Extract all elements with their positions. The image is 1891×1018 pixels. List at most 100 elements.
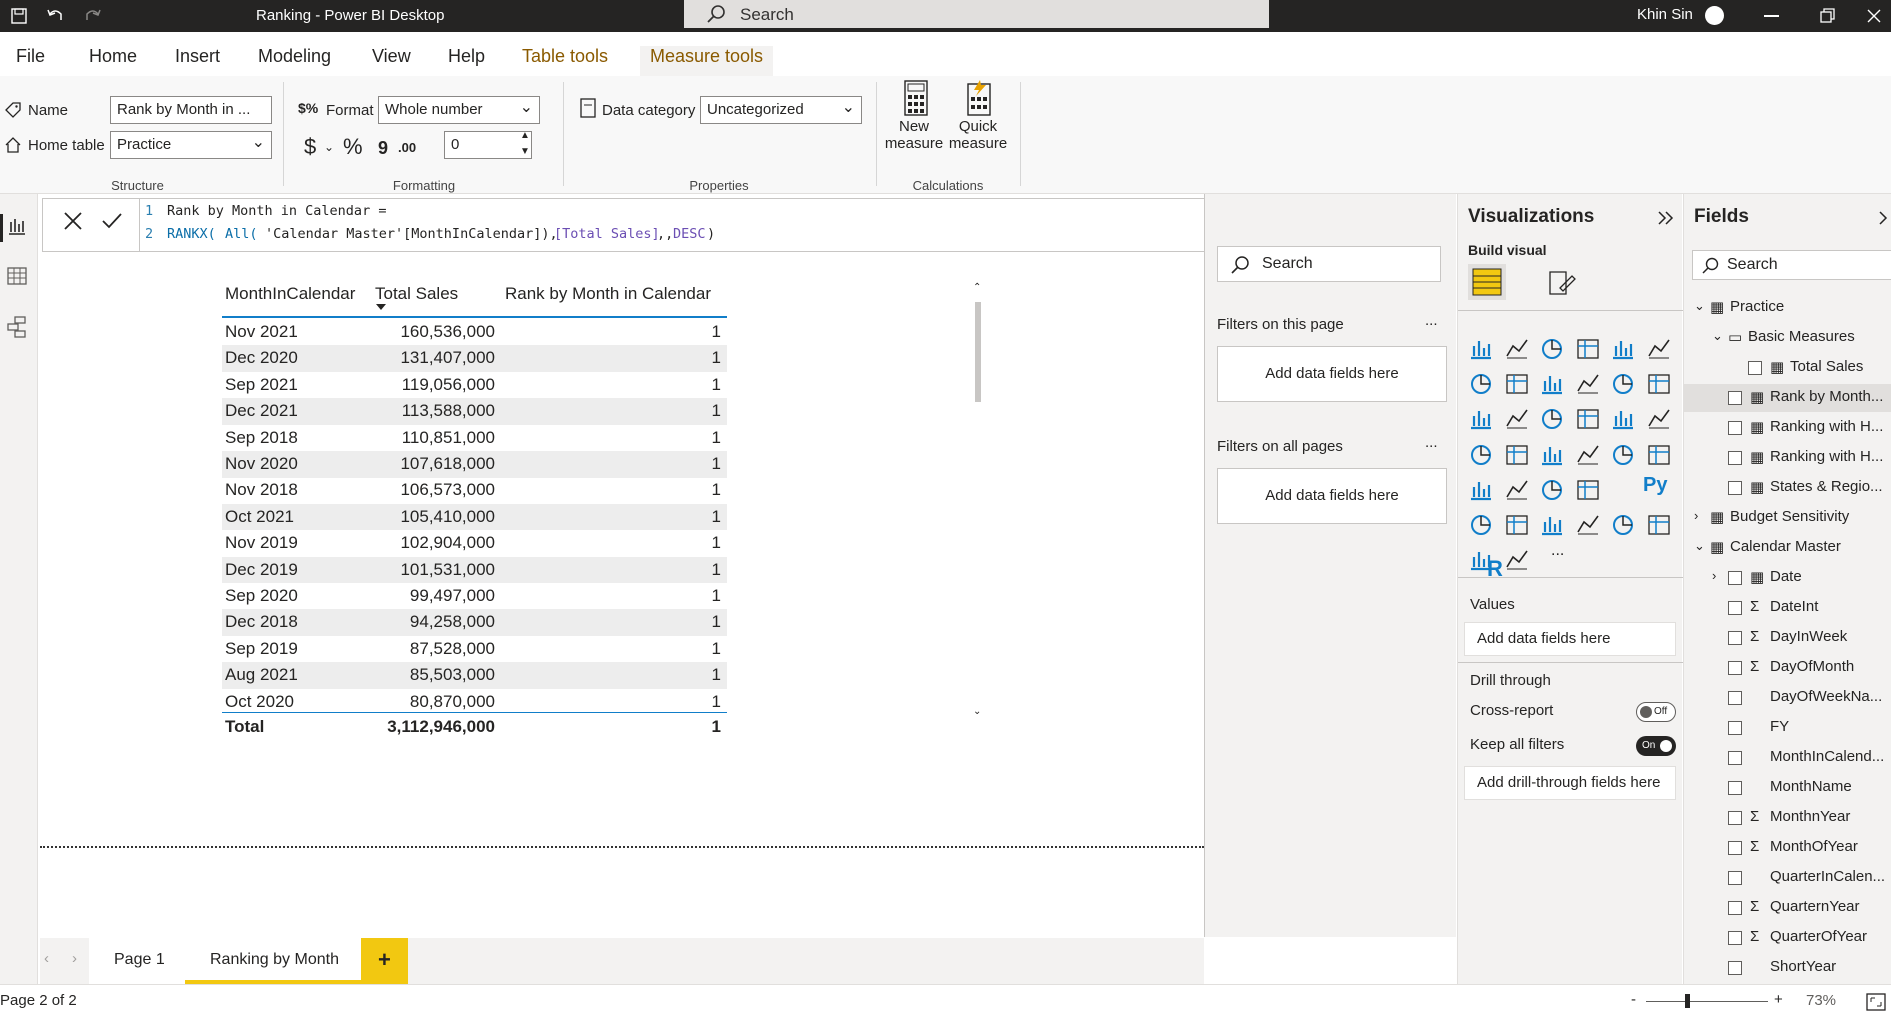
values-drop-zone[interactable]: Add data fields here: [1464, 622, 1676, 656]
tab-insert[interactable]: Insert: [175, 46, 220, 76]
tab-measure-tools[interactable]: Measure tools: [640, 46, 774, 76]
user-name[interactable]: Khin Sin: [1637, 6, 1693, 23]
new-measure-button[interactable]: New measure: [884, 80, 944, 172]
zoom-slider-thumb[interactable]: [1685, 994, 1690, 1008]
tab-home[interactable]: Home: [89, 46, 137, 76]
waterfall-chart-icon[interactable]: [1468, 406, 1494, 432]
100-column-chart-icon[interactable]: [1646, 336, 1672, 362]
scroll-down-icon[interactable]: ⌄: [973, 706, 981, 717]
chevron-down-icon[interactable]: ⌄: [1694, 538, 1705, 554]
table-row[interactable]: Dec 2021 113,588,000 1: [222, 398, 727, 425]
more-options-icon[interactable]: ...: [1425, 434, 1438, 451]
card-icon[interactable]: [1610, 442, 1636, 468]
field-item[interactable]: Σ MonthnYear: [1684, 804, 1891, 832]
field-item[interactable]: MonthName: [1684, 774, 1891, 802]
avatar[interactable]: [1705, 6, 1724, 25]
model-view-icon[interactable]: [7, 316, 27, 338]
field-checkbox[interactable]: [1728, 811, 1742, 825]
field-checkbox[interactable]: [1728, 661, 1742, 675]
field-item[interactable]: ⌄ ▦ Practice: [1684, 294, 1891, 322]
table-row[interactable]: Dec 2018 94,258,000 1: [222, 609, 727, 636]
field-checkbox[interactable]: [1728, 721, 1742, 735]
build-visual-tab[interactable]: [1468, 264, 1506, 300]
stacked-bar-chart-icon[interactable]: [1468, 336, 1494, 362]
name-input[interactable]: Rank by Month in ...: [110, 96, 272, 124]
keep-all-filters-toggle[interactable]: On: [1636, 736, 1676, 756]
ribbon-chart-icon[interactable]: [1646, 371, 1672, 397]
collapse-fields-icon[interactable]: [1878, 210, 1891, 226]
field-item[interactable]: Σ DayOfMonth: [1684, 654, 1891, 682]
page-tab-ranking-by-month[interactable]: Ranking by Month: [185, 938, 364, 984]
scroll-up-icon[interactable]: ⌃: [973, 282, 981, 293]
filled-map-icon[interactable]: [1504, 442, 1530, 468]
commit-formula-icon[interactable]: [101, 211, 123, 231]
tab-table-tools[interactable]: Table tools: [512, 46, 618, 76]
next-page-icon[interactable]: ›: [72, 950, 77, 967]
multi-row-card-icon[interactable]: [1646, 442, 1672, 468]
table-row[interactable]: Nov 2018 106,573,000 1: [222, 477, 727, 504]
data-category-select[interactable]: Uncategorized: [700, 96, 862, 124]
field-item[interactable]: ▦ Ranking with H...: [1684, 414, 1891, 442]
stacked-area-chart-icon[interactable]: [1539, 371, 1565, 397]
close-icon[interactable]: [1866, 8, 1882, 24]
spin-down-icon[interactable]: ▼: [520, 146, 530, 157]
decimal-button[interactable]: .00: [398, 140, 416, 155]
field-item[interactable]: ▦ Ranking with H...: [1684, 444, 1891, 472]
chevron-down-icon[interactable]: ⌄: [1694, 298, 1705, 314]
redo-icon[interactable]: [84, 6, 102, 24]
more-options-icon[interactable]: ...: [1425, 312, 1438, 329]
format-visual-icon[interactable]: [1546, 268, 1576, 298]
field-checkbox[interactable]: [1728, 901, 1742, 915]
line-column-chart-icon[interactable]: [1575, 371, 1601, 397]
data-view-icon[interactable]: [7, 266, 27, 286]
table-row[interactable]: Dec 2020 131,407,000 1: [222, 345, 727, 372]
save-icon[interactable]: [10, 7, 28, 25]
quick-measure-button[interactable]: Quick measure: [948, 80, 1008, 172]
field-item[interactable]: Σ DayInWeek: [1684, 624, 1891, 652]
matrix-icon[interactable]: [1575, 477, 1601, 503]
field-checkbox[interactable]: [1728, 751, 1742, 765]
column-header-month[interactable]: MonthInCalendar: [225, 284, 355, 304]
percent-button[interactable]: %: [343, 134, 363, 160]
azure-map-icon[interactable]: [1504, 547, 1530, 573]
fields-search-box[interactable]: Search: [1692, 250, 1891, 280]
line-chart-icon[interactable]: [1468, 371, 1494, 397]
collapse-pane-icon[interactable]: [1657, 210, 1675, 226]
field-item[interactable]: ⌄ ▦ Calendar Master: [1684, 534, 1891, 562]
gauge-icon[interactable]: [1575, 442, 1601, 468]
table-scrollbar[interactable]: ⌃ ⌄: [973, 282, 983, 722]
home-table-select[interactable]: Practice: [110, 131, 272, 159]
title-search-box[interactable]: Search: [684, 0, 1269, 28]
qa-icon[interactable]: [1539, 512, 1565, 538]
cross-report-toggle[interactable]: Off: [1636, 702, 1676, 722]
funnel-chart-icon[interactable]: [1504, 406, 1530, 432]
area-chart-icon[interactable]: [1504, 371, 1530, 397]
field-item[interactable]: ⌄ ▭ Basic Measures: [1684, 324, 1891, 352]
decimal-places-input[interactable]: 0: [444, 131, 532, 159]
donut-chart-icon[interactable]: [1610, 406, 1636, 432]
spin-up-icon[interactable]: ▲: [520, 130, 530, 141]
shape-map-icon[interactable]: [1539, 442, 1565, 468]
field-checkbox[interactable]: [1748, 361, 1762, 375]
field-item[interactable]: ▦ Rank by Month...: [1684, 384, 1891, 412]
table-row[interactable]: Sep 2020 99,497,000 1: [222, 583, 727, 610]
table-row[interactable]: Nov 2019 102,904,000 1: [222, 530, 727, 557]
field-item[interactable]: Σ MonthOfYear: [1684, 834, 1891, 862]
field-item[interactable]: Σ DateInt: [1684, 594, 1891, 622]
field-item[interactable]: Σ QuarterOfYear: [1684, 924, 1891, 952]
cancel-formula-icon[interactable]: [63, 211, 83, 231]
100-bar-chart-icon[interactable]: [1610, 336, 1636, 362]
currency-dropdown-icon[interactable]: ⌄: [324, 140, 334, 154]
field-item[interactable]: › ▦ Budget Sensitivity: [1684, 504, 1891, 532]
table-row[interactable]: Nov 2021 160,536,000 1: [222, 319, 727, 346]
filters-all-drop-zone[interactable]: Add data fields here: [1217, 468, 1447, 524]
filters-search-box[interactable]: Search: [1217, 246, 1441, 282]
prev-page-icon[interactable]: ‹: [44, 950, 49, 967]
pie-chart-icon[interactable]: [1575, 406, 1601, 432]
currency-button[interactable]: $: [304, 134, 316, 160]
smart-narrative-icon[interactable]: [1575, 512, 1601, 538]
zoom-in-button[interactable]: +: [1774, 991, 1783, 1008]
field-checkbox[interactable]: [1728, 601, 1742, 615]
treemap-icon[interactable]: [1646, 406, 1672, 432]
fit-to-page-icon[interactable]: [1866, 993, 1886, 1011]
